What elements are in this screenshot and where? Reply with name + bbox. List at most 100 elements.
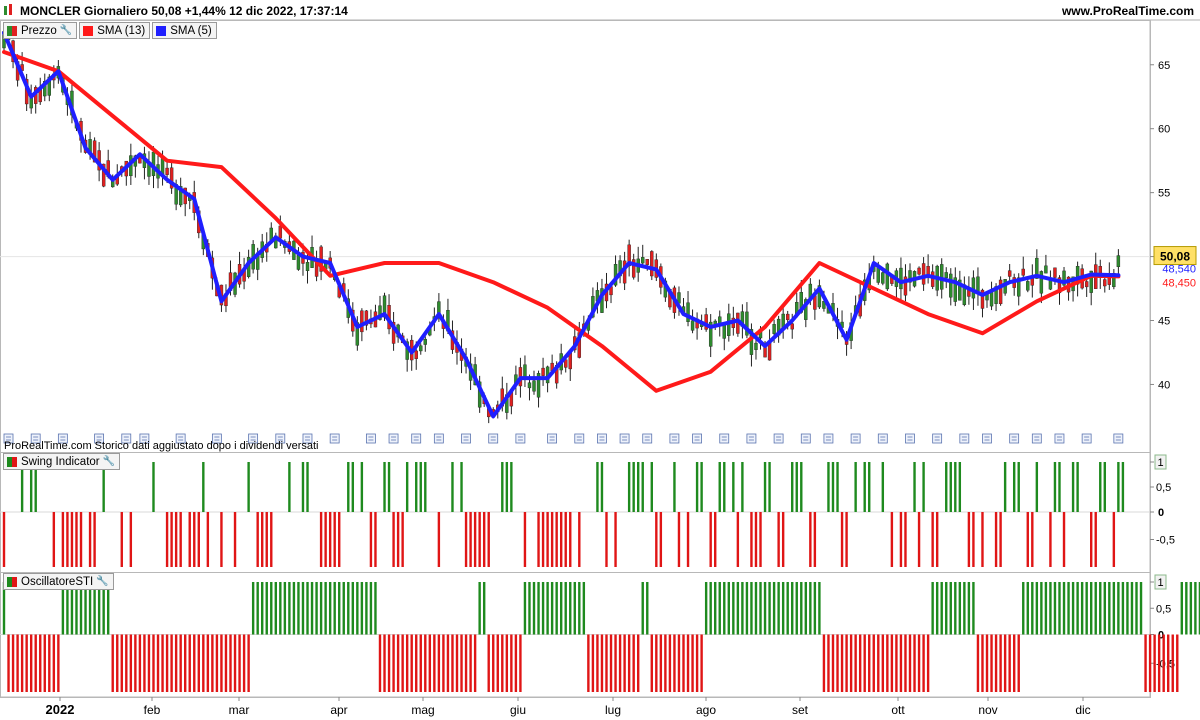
osc-bar (868, 634, 871, 692)
dividend-icon (932, 433, 943, 444)
swing-bar (904, 512, 907, 567)
osc-bar (940, 582, 943, 635)
candle-body (1116, 255, 1121, 268)
osc-bar (514, 634, 518, 692)
osc-bar (682, 634, 685, 692)
dividend-icon (642, 433, 653, 444)
osc-bar (890, 634, 894, 692)
osc-bar (315, 582, 318, 635)
osc-bar (134, 634, 137, 692)
swing-bar (949, 462, 952, 512)
osc-bar (976, 634, 980, 692)
swing-swatch-icon (7, 456, 17, 467)
osc-bar (768, 582, 771, 635)
osc-bar (156, 634, 160, 692)
swing-bar (188, 512, 191, 567)
swing-bar (1071, 462, 1075, 512)
swing-bar (709, 512, 712, 567)
osc-bar (179, 634, 182, 692)
swing-bar (863, 462, 866, 512)
osc-bar (668, 634, 672, 692)
dividend-icon (515, 433, 526, 444)
swing-bar (958, 462, 962, 512)
osc-bar (310, 582, 314, 635)
osc-bar (270, 582, 273, 635)
osc-bar (573, 582, 576, 635)
dividend-icon (746, 433, 757, 444)
osc-bar (994, 634, 998, 692)
x-tick-label: lug (605, 703, 621, 717)
swing-bar (324, 512, 327, 567)
legend-swing-item[interactable]: Swing Indicator 🔧 (3, 453, 121, 470)
swing-bar (451, 462, 454, 512)
osc-bar (754, 582, 758, 635)
swing-bar (415, 462, 418, 512)
wrench-icon[interactable]: 🔧 (96, 576, 108, 587)
osc-bar (147, 634, 151, 692)
legend-sma5[interactable]: SMA (5) (152, 22, 217, 39)
osc-bar (609, 634, 613, 692)
swing-bar (831, 462, 835, 512)
osc-bar (922, 634, 925, 692)
osc-bar (727, 582, 730, 635)
legend-main: Prezzo 🔧 SMA (13) SMA (5) (3, 22, 219, 39)
candle-body (1048, 280, 1053, 290)
swing-bar (1094, 512, 1097, 567)
osc-bar (510, 634, 513, 692)
osc-y-tick-label: 1 (1157, 577, 1163, 589)
osc-bar (845, 634, 848, 692)
swing-bar (718, 462, 721, 512)
candle-body (926, 265, 930, 276)
swing-bar (482, 512, 486, 567)
osc-bar (1153, 634, 1156, 692)
swing-bar (935, 512, 939, 567)
osc-bar (750, 582, 753, 635)
osc-bar (52, 634, 56, 692)
swing-bar (487, 512, 490, 567)
swing-bar (174, 512, 178, 567)
candle-body (650, 251, 654, 277)
x-tick-label: dic (1075, 703, 1090, 717)
osc-bar (338, 582, 341, 635)
swing-bar (614, 512, 617, 567)
osc-bar (256, 582, 259, 635)
osc-bar (274, 582, 277, 635)
osc-bar (469, 634, 472, 692)
swing-bar (333, 512, 336, 567)
swing-bar (881, 462, 885, 512)
wrench-icon[interactable]: 🔧 (103, 456, 115, 467)
swing-bar (917, 512, 921, 567)
osc-bar (473, 634, 477, 692)
osc-bar (718, 582, 721, 635)
swing-bar (129, 512, 133, 567)
candle-body (1053, 267, 1057, 278)
candle-body (881, 272, 885, 284)
osc-bar (283, 582, 287, 635)
osc-bar (532, 582, 536, 635)
osc-bar (184, 634, 187, 692)
swing-bar (1062, 512, 1066, 567)
swing-bar (1121, 462, 1125, 512)
osc-bar (297, 582, 300, 635)
legend-sma13[interactable]: SMA (13) (79, 22, 151, 39)
swing-bar (559, 512, 563, 567)
osc-bar (1076, 582, 1079, 635)
osc-bar (401, 634, 404, 692)
osc-bar (419, 634, 422, 692)
osc-bar (301, 582, 305, 635)
legend-osc-item[interactable]: OscillatoreSTI 🔧 (3, 573, 114, 590)
swing-bar (437, 512, 441, 567)
candle-body (419, 345, 423, 352)
x-tick-label: apr (330, 703, 347, 717)
swing-bar (827, 462, 830, 512)
candle-body (296, 254, 301, 270)
swing-bar (338, 512, 341, 567)
legend-prezzo[interactable]: Prezzo 🔧 (3, 22, 78, 39)
osc-bar (505, 634, 509, 692)
swing-bar (1112, 512, 1116, 567)
wrench-icon[interactable]: 🔧 (60, 25, 72, 36)
dividend-icon (719, 433, 730, 444)
swing-bar (695, 462, 699, 512)
osc-bar (464, 634, 468, 692)
osc-bar (120, 634, 123, 692)
